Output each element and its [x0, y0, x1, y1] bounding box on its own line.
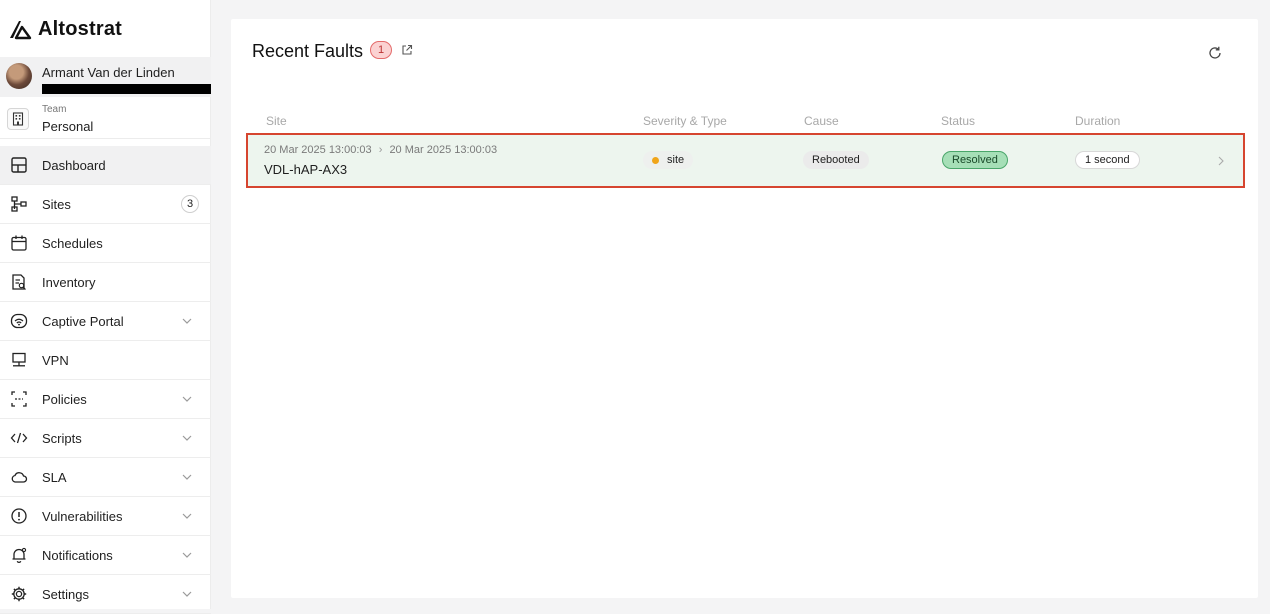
chevron-down-icon[interactable]	[181, 393, 193, 405]
policies-icon	[11, 391, 27, 407]
column-header-duration: Duration	[1075, 114, 1121, 128]
sites-count-badge: 3	[181, 195, 199, 213]
sidebar-item-label: Schedules	[42, 235, 103, 251]
sidebar-item-vpn[interactable]: VPN	[0, 341, 211, 380]
sidebar-item-label: Scripts	[42, 430, 82, 446]
chevron-down-icon[interactable]	[181, 588, 193, 600]
arrow-right-icon: ›	[378, 144, 383, 156]
cause-badge: Rebooted	[803, 151, 869, 169]
sidebar-item-sites[interactable]: Sites 3	[0, 185, 211, 224]
table-header: Site Severity & Type Cause Status Durati…	[266, 114, 1236, 128]
sidebar-item-sla[interactable]: SLA	[0, 458, 211, 497]
column-header-status: Status	[941, 114, 976, 128]
team-name: Personal	[42, 119, 94, 134]
building-icon	[7, 108, 29, 130]
sidebar-nav: Dashboard Sites 3 Schedules Inventory Ca…	[0, 146, 211, 614]
fault-start-time: 20 Mar 2025 13:00:03	[264, 144, 372, 156]
chevron-down-icon[interactable]	[181, 471, 193, 483]
table-row[interactable]: 20 Mar 2025 13:00:03 › 20 Mar 2025 13:00…	[246, 133, 1245, 188]
team-label: Team	[42, 104, 67, 115]
sidebar-item-label: Captive Portal	[42, 313, 124, 329]
refresh-icon[interactable]	[1208, 46, 1222, 60]
fault-site-name: VDL-hAP-AX3	[264, 162, 348, 177]
wifi-icon	[10, 313, 28, 329]
fault-timerange: 20 Mar 2025 13:00:03 › 20 Mar 2025 13:00…	[264, 144, 497, 156]
column-header-cause: Cause	[804, 114, 839, 128]
sidebar: Altostrat Armant Van der Linden Team Per…	[0, 0, 211, 614]
sidebar-item-label: Notifications	[42, 547, 113, 563]
inventory-icon	[12, 274, 26, 290]
sidebar-item-schedules[interactable]: Schedules	[0, 224, 211, 263]
fault-end-time: 20 Mar 2025 13:00:03	[389, 144, 498, 156]
altostrat-logo-icon	[10, 21, 32, 40]
dashboard-icon	[11, 157, 27, 173]
sidebar-item-captive-portal[interactable]: Captive Portal	[0, 302, 211, 341]
brand-logo[interactable]: Altostrat	[8, 16, 122, 42]
gear-icon	[11, 586, 27, 602]
page-title: Recent Faults	[252, 41, 364, 61]
sidebar-item-label: Vulnerabilities	[42, 508, 123, 524]
chevron-down-icon[interactable]	[181, 432, 193, 444]
severity-dot-icon	[652, 156, 659, 164]
severity-type-badge: site	[643, 151, 694, 169]
vpn-icon	[12, 352, 26, 367]
code-icon	[10, 432, 28, 444]
sidebar-item-label: SLA	[42, 469, 67, 485]
team-selector[interactable]: Team Personal	[0, 100, 211, 139]
user-profile[interactable]: Armant Van der Linden	[0, 57, 211, 97]
sidebar-item-label: Policies	[42, 391, 87, 407]
calendar-icon	[11, 235, 27, 251]
column-header-site: Site	[266, 114, 287, 128]
sidebar-item-label: Settings	[42, 586, 89, 602]
sidebar-item-policies[interactable]: Policies	[0, 380, 211, 419]
sidebar-item-label: VPN	[42, 352, 69, 368]
status-badge: Resolved	[942, 151, 1008, 169]
alert-icon	[11, 508, 27, 524]
avatar	[6, 63, 32, 89]
chevron-down-icon[interactable]	[181, 510, 193, 522]
sidebar-item-notifications[interactable]: Notifications	[0, 536, 211, 575]
recent-faults-card: Recent Faults 1 Site Severity & Type Cau…	[231, 19, 1258, 598]
chevron-down-icon[interactable]	[181, 549, 193, 561]
column-header-severity: Severity & Type	[643, 114, 727, 128]
chevron-right-icon[interactable]	[1217, 156, 1225, 166]
fault-type-label: site	[667, 154, 685, 166]
sidebar-item-label: Dashboard	[42, 157, 106, 173]
chevron-down-icon[interactable]	[181, 315, 193, 327]
user-name: Armant Van der Linden	[42, 65, 175, 80]
sidebar-item-scripts[interactable]: Scripts	[0, 419, 211, 458]
sidebar-item-vulnerabilities[interactable]: Vulnerabilities	[0, 497, 211, 536]
sites-icon	[11, 196, 27, 212]
brand-name: Altostrat	[38, 17, 123, 40]
redacted-email-bar	[42, 84, 211, 94]
fault-count-badge: 1	[370, 41, 392, 59]
duration-badge: 1 second	[1075, 151, 1140, 169]
bell-icon	[12, 547, 27, 564]
cloud-icon	[11, 472, 28, 483]
sidebar-item-settings[interactable]: Settings	[0, 575, 211, 614]
external-link-icon[interactable]	[401, 44, 413, 56]
sidebar-item-label: Sites	[42, 196, 71, 212]
sidebar-item-label: Inventory	[42, 274, 96, 290]
sidebar-item-inventory[interactable]: Inventory	[0, 263, 211, 302]
sidebar-item-dashboard[interactable]: Dashboard	[0, 146, 211, 185]
